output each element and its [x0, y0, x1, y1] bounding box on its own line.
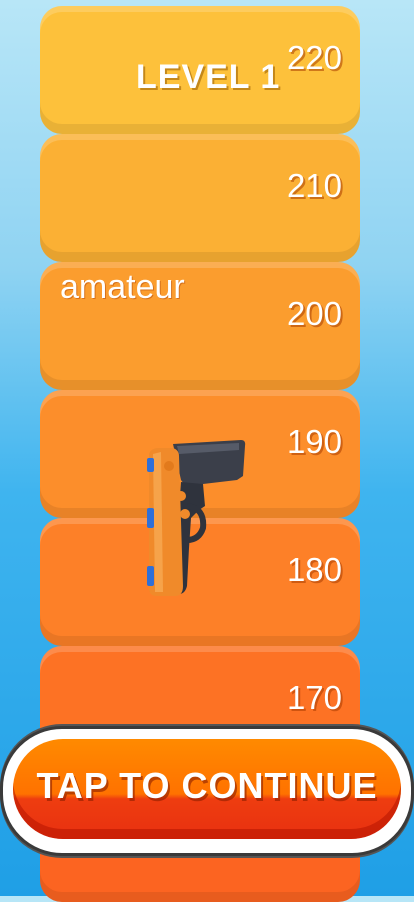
- block-value: 220: [286, 39, 342, 76]
- block-value: 190: [286, 423, 342, 460]
- block-value: 180: [286, 551, 342, 588]
- level-title: LEVEL 1: [136, 58, 281, 96]
- button-face[interactable]: TAP TO CONTINUE: [13, 739, 401, 839]
- block-value: 170: [286, 679, 342, 716]
- block-value: 210: [286, 167, 342, 204]
- rank-label: amateur: [60, 268, 185, 306]
- block-value: 200: [286, 295, 342, 332]
- button-label: TAP TO CONTINUE: [36, 765, 378, 806]
- pistol-icon: [147, 440, 246, 596]
- tower-block-210: 210: [40, 134, 360, 262]
- tap-to-continue-button[interactable]: TAP TO CONTINUE: [0, 726, 414, 856]
